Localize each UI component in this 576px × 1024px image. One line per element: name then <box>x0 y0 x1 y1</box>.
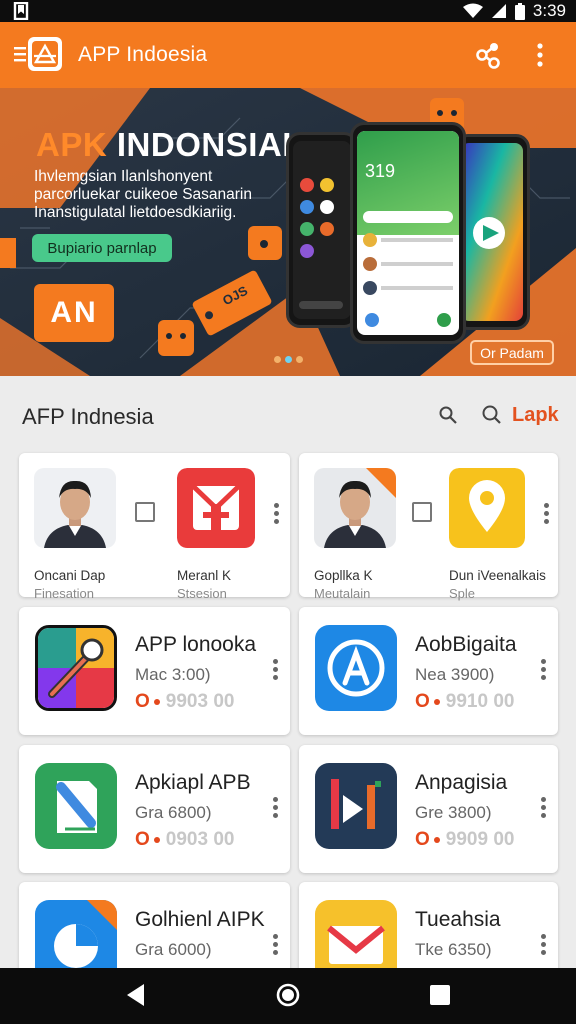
promo-banner[interactable]: APK INDONSIAI Ihvlemgsian Ilanlshonyent … <box>0 88 576 376</box>
app-name: APP lonooka <box>135 633 257 656</box>
app-meta: Tke 6350) <box>415 940 492 959</box>
item-name: Gopllka K <box>314 568 373 583</box>
featured-card[interactable]: Oncani Dap Finesation Meranl K Stsesion <box>19 453 290 601</box>
app-screen: 3:39 APP Indoesia APK INDONSIAI Ihvlemgs… <box>0 0 576 1024</box>
app-stats: O 9910 00 <box>415 691 515 712</box>
home-icon[interactable] <box>276 983 300 1007</box>
app-logo <box>28 37 62 71</box>
person-avatar <box>34 468 116 548</box>
app-meta: Gre 3800) <box>415 803 492 822</box>
phone-clock: 319 <box>365 161 396 181</box>
more-options-icon[interactable] <box>272 934 278 956</box>
app-meta: Nea 3900) <box>415 665 495 684</box>
phone-left-screen <box>299 178 343 309</box>
app-meta: Gra 6000) <box>135 940 212 959</box>
item-name: Meranl K <box>177 568 232 583</box>
app-stats: O 9909 00 <box>415 829 515 850</box>
app-card[interactable]: Tueahsia Tke 6350) <box>299 882 558 986</box>
more-options-icon[interactable] <box>543 503 549 525</box>
select-checkbox[interactable] <box>135 502 155 522</box>
banner-title: APK INDONSIAI <box>36 126 292 163</box>
menu-icon[interactable] <box>14 46 28 62</box>
more-options-icon[interactable] <box>273 503 279 525</box>
play-media-icon <box>315 763 397 849</box>
back-icon[interactable] <box>124 982 146 1008</box>
app-name: Apkiapl APB <box>135 771 251 794</box>
more-options-icon[interactable] <box>540 797 546 819</box>
paint-tool-icon <box>35 625 117 711</box>
phone-mockup-center: 319 <box>350 122 466 344</box>
search-icon[interactable] <box>438 405 458 425</box>
status-time: 3:39 <box>532 1 566 20</box>
app-card[interactable]: APP lonooka Mac 3:00) O 9903 00 <box>19 607 290 735</box>
status-bar: 3:39 <box>0 0 576 22</box>
person-avatar <box>314 468 396 548</box>
banner-logo: AN <box>34 284 114 342</box>
app-stats: O 0903 00 <box>135 829 235 850</box>
app-name: Tueahsia <box>415 908 501 931</box>
item-name: Dun iVeenalkais <box>449 568 546 583</box>
share-icon[interactable] <box>474 41 502 69</box>
app-store-icon <box>315 625 397 711</box>
app-card[interactable]: Golhienl AIPK Gra 6000) <box>19 882 290 986</box>
banner-subtitle: Ihvlemgsian Ilanlshonyent parcorluekar c… <box>34 168 252 221</box>
app-card[interactable]: AobBigaita Nea 3900) O 9910 00 <box>299 607 558 735</box>
app-name: Golhienl AIPK <box>135 908 265 931</box>
item-subtitle: Finesation <box>34 586 94 601</box>
signal-icon <box>491 4 506 18</box>
phone-right-screen <box>461 143 523 321</box>
phone-mockup-left <box>286 132 358 328</box>
item-subtitle: Stsesion <box>177 586 227 601</box>
more-options-icon[interactable] <box>540 934 546 956</box>
recent-apps-icon[interactable] <box>430 985 450 1005</box>
app-card[interactable]: Anpagisia Gre 3800) O 9909 00 <box>299 745 558 873</box>
app-meta: Gra 6800) <box>135 803 212 822</box>
app-card[interactable]: Apkiapl APB Gra 6800) O 0903 00 <box>19 745 290 873</box>
gift-icon <box>177 468 255 548</box>
item-subtitle: Meutalain <box>314 586 371 601</box>
app-title: APP Indoesia <box>78 43 208 66</box>
banner-pagination[interactable] <box>274 356 303 363</box>
system-nav-bar <box>0 968 576 1024</box>
banner-action-button[interactable]: Or Padam <box>470 340 554 365</box>
search-alt-icon[interactable] <box>482 405 502 425</box>
bookmark-notification-icon <box>13 2 29 20</box>
item-name: Oncani Dap <box>34 568 106 583</box>
triangle-logo-icon <box>32 41 58 67</box>
item-subtitle: Sple <box>449 586 476 601</box>
more-options-icon[interactable] <box>272 797 278 819</box>
location-pin-icon <box>449 468 525 548</box>
app-meta: Mac 3:00) <box>135 665 211 684</box>
banner-cta-button[interactable]: Bupiario parnlap <box>32 234 172 262</box>
battery-icon <box>514 2 525 20</box>
app-name: Anpagisia <box>415 771 508 794</box>
document-edit-icon <box>35 763 117 849</box>
app-bar: APP Indoesia <box>0 22 576 88</box>
app-stats: O 9903 00 <box>135 691 235 712</box>
app-name: AobBigaita <box>415 633 517 656</box>
featured-card[interactable]: Gopllka K Meutalain Dun iVeenalkais Sple <box>299 453 558 601</box>
section-title: AFP Indnesia <box>22 404 154 429</box>
wifi-icon <box>462 3 483 18</box>
more-options-icon[interactable] <box>272 659 278 681</box>
section-link[interactable]: Lapk <box>512 404 559 427</box>
select-checkbox[interactable] <box>412 502 432 522</box>
more-vert-icon[interactable] <box>532 41 548 69</box>
more-options-icon[interactable] <box>540 659 546 681</box>
